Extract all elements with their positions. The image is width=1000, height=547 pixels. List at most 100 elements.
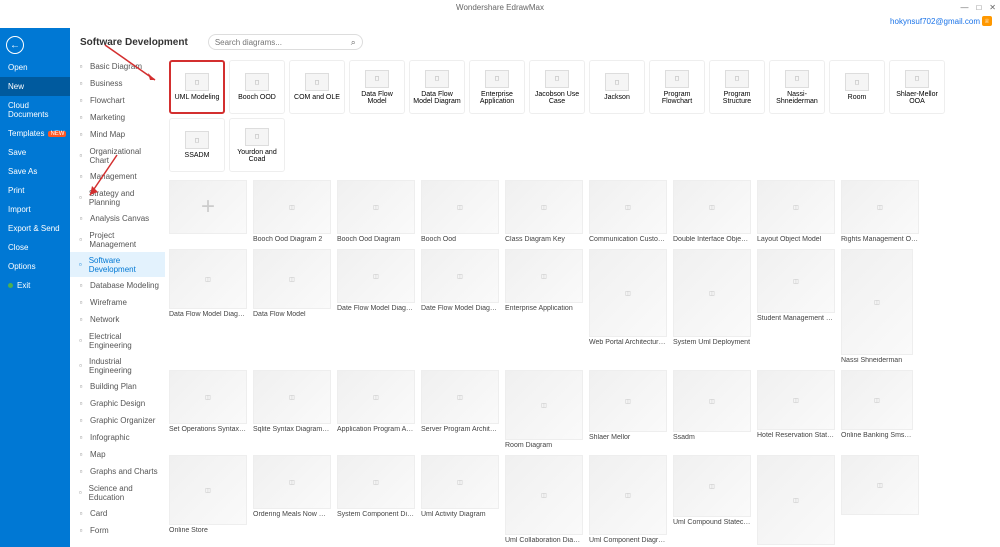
- category-item[interactable]: ▫Strategy and Planning: [70, 185, 165, 210]
- template-card[interactable]: ◫Layout Object Model: [757, 180, 835, 243]
- nav-print[interactable]: Print: [0, 181, 70, 200]
- diagram-type-card[interactable]: ◻UML Modeling: [169, 60, 225, 114]
- crown-icon[interactable]: ♕: [982, 16, 992, 26]
- template-card[interactable]: ◫Server Program Architecture: [421, 370, 499, 449]
- nav-new[interactable]: New: [0, 77, 70, 96]
- template-card[interactable]: ◫Uml Compound Statechart: [673, 455, 751, 545]
- category-item[interactable]: ▫Network: [70, 311, 165, 328]
- template-card[interactable]: ◫Ordering Meals Now Web Service: [253, 455, 331, 545]
- category-item[interactable]: ▫Graphs and Charts: [70, 463, 165, 480]
- template-card[interactable]: ◫Set Operations Syntax Diagram E...: [169, 370, 247, 449]
- category-icon: ▫: [76, 79, 86, 89]
- search-input[interactable]: [215, 38, 351, 47]
- template-card[interactable]: ◫Web Portal Architecture Diagram: [589, 249, 667, 364]
- template-card[interactable]: ◫: [757, 455, 835, 545]
- category-item[interactable]: ▫Project Management: [70, 227, 165, 252]
- template-card[interactable]: ◫System Uml Deployment: [673, 249, 751, 364]
- template-card[interactable]: ◫Enterprise Application: [505, 249, 583, 364]
- diagram-type-card[interactable]: ◻Program Structure: [709, 60, 765, 114]
- diagram-type-card[interactable]: ◻Enterprise Application: [469, 60, 525, 114]
- nav-save-as[interactable]: Save As: [0, 162, 70, 181]
- nav-import[interactable]: Import: [0, 200, 70, 219]
- category-item[interactable]: ▫Basic Diagram: [70, 58, 165, 75]
- template-label: Hotel Reservation Statem: [757, 432, 835, 439]
- template-card[interactable]: ◫Communication Customer Requ...: [589, 180, 667, 243]
- category-item[interactable]: ▫Organizational Chart: [70, 143, 165, 168]
- category-item[interactable]: ▫Form: [70, 522, 165, 539]
- template-card[interactable]: ◫Shlaer Mellor: [589, 370, 667, 449]
- template-card[interactable]: ◫Uml Activity Diagram: [421, 455, 499, 545]
- template-card[interactable]: ◫Date Flow Model Diagram 2: [337, 249, 415, 364]
- template-card[interactable]: ◫Room Diagram: [505, 370, 583, 449]
- category-item[interactable]: ▫Marketing: [70, 109, 165, 126]
- category-item[interactable]: ▫Software Development: [70, 252, 165, 277]
- template-card[interactable]: ◫: [841, 455, 919, 545]
- category-item[interactable]: ▫Card: [70, 505, 165, 522]
- category-item[interactable]: ▫Graphic Organizer: [70, 412, 165, 429]
- maximize-icon[interactable]: □: [976, 3, 981, 12]
- category-item[interactable]: ▫Management: [70, 168, 165, 185]
- search-box[interactable]: ⌕: [208, 34, 363, 50]
- diagram-type-card[interactable]: ◻Data Flow Model Diagram: [409, 60, 465, 114]
- minimize-icon[interactable]: —: [960, 3, 968, 12]
- diagram-type-card[interactable]: ◻COM and OLE: [289, 60, 345, 114]
- template-card[interactable]: ◫Data Flow Model: [253, 249, 331, 364]
- category-item[interactable]: ▫Flowchart: [70, 92, 165, 109]
- template-card[interactable]: ◫Booch Ood Diagram: [337, 180, 415, 243]
- close-icon[interactable]: ✕: [989, 3, 996, 12]
- template-card[interactable]: ◫Rights Management Object Model: [841, 180, 919, 243]
- diagram-type-card[interactable]: ◻Jacobson Use Case: [529, 60, 585, 114]
- template-card[interactable]: ◫Uml Collaboration Diagram: [505, 455, 583, 545]
- template-card[interactable]: ◫Booch Ood Diagram 2: [253, 180, 331, 243]
- diagram-type-thumb: ◻: [485, 70, 509, 88]
- nav-cloud-documents[interactable]: Cloud Documents: [0, 96, 70, 124]
- nav-templates[interactable]: TemplatesNEW: [0, 124, 70, 143]
- diagram-type-card[interactable]: ◻Nassi-Shneiderman: [769, 60, 825, 114]
- nav-open[interactable]: Open: [0, 58, 70, 77]
- category-item[interactable]: ▫Infographic: [70, 429, 165, 446]
- category-item[interactable]: ▫Science and Education: [70, 480, 165, 505]
- template-card[interactable]: ◫Application Program Architecture: [337, 370, 415, 449]
- template-card[interactable]: ◫Online Store: [169, 455, 247, 545]
- nav-options[interactable]: Options: [0, 257, 70, 276]
- category-item[interactable]: ▫Business: [70, 75, 165, 92]
- category-item[interactable]: ▫Building Plan: [70, 378, 165, 395]
- template-card[interactable]: ◫Nassi Shneiderman: [841, 249, 913, 364]
- template-card[interactable]: ◫Data Flow Model Diagram: [169, 249, 247, 364]
- template-card[interactable]: ◫Online Banking Sms Customer S...: [841, 370, 913, 449]
- diagram-type-card[interactable]: ◻SSADM: [169, 118, 225, 172]
- diagram-type-card[interactable]: ◻Data Flow Model: [349, 60, 405, 114]
- template-card[interactable]: ◫Class Diagram Key: [505, 180, 583, 243]
- diagram-type-card[interactable]: ◻Room: [829, 60, 885, 114]
- template-card[interactable]: +: [169, 180, 247, 243]
- template-card[interactable]: ◫Hotel Reservation Statem: [757, 370, 835, 449]
- nav-save[interactable]: Save: [0, 143, 70, 162]
- template-card[interactable]: ◫Ssadm: [673, 370, 751, 449]
- template-card[interactable]: ◫Student Management Use Case: [757, 249, 835, 364]
- diagram-type-card[interactable]: ◻Booch OOD: [229, 60, 285, 114]
- diagram-type-card[interactable]: ◻Yourdon and Coad: [229, 118, 285, 172]
- nav-close[interactable]: Close: [0, 238, 70, 257]
- template-card[interactable]: ◫Date Flow Model Diagram: [421, 249, 499, 364]
- category-item[interactable]: ▫Electrical Engineering: [70, 328, 165, 353]
- nav-exit[interactable]: Exit: [0, 276, 70, 295]
- back-button[interactable]: ←: [6, 36, 24, 54]
- template-card[interactable]: ◫Double Interface Object Model ...: [673, 180, 751, 243]
- nav-export[interactable]: Export & Send: [0, 219, 70, 238]
- search-icon[interactable]: ⌕: [351, 37, 356, 48]
- category-item[interactable]: ▫Graphic Design: [70, 395, 165, 412]
- user-email[interactable]: hokynsuf702@gmail.com: [890, 17, 980, 26]
- category-item[interactable]: ▫Mind Map: [70, 126, 165, 143]
- diagram-type-card[interactable]: ◻Jackson: [589, 60, 645, 114]
- category-item[interactable]: ▫Analysis Canvas: [70, 210, 165, 227]
- category-item[interactable]: ▫Industrial Engineering: [70, 353, 165, 378]
- template-card[interactable]: ◫Booch Ood: [421, 180, 499, 243]
- diagram-type-card[interactable]: ◻Program Flowchart: [649, 60, 705, 114]
- category-item[interactable]: ▫Wireframe: [70, 294, 165, 311]
- template-card[interactable]: ◫Sqlite Syntax Diagram Example: [253, 370, 331, 449]
- diagram-type-card[interactable]: ◻Shlaer-Mellor OOA: [889, 60, 945, 114]
- category-item[interactable]: ▫Map: [70, 446, 165, 463]
- category-item[interactable]: ▫Database Modeling: [70, 277, 165, 294]
- template-card[interactable]: ◫Uml Component Diagram: [589, 455, 667, 545]
- template-card[interactable]: ◫System Component Diagram: [337, 455, 415, 545]
